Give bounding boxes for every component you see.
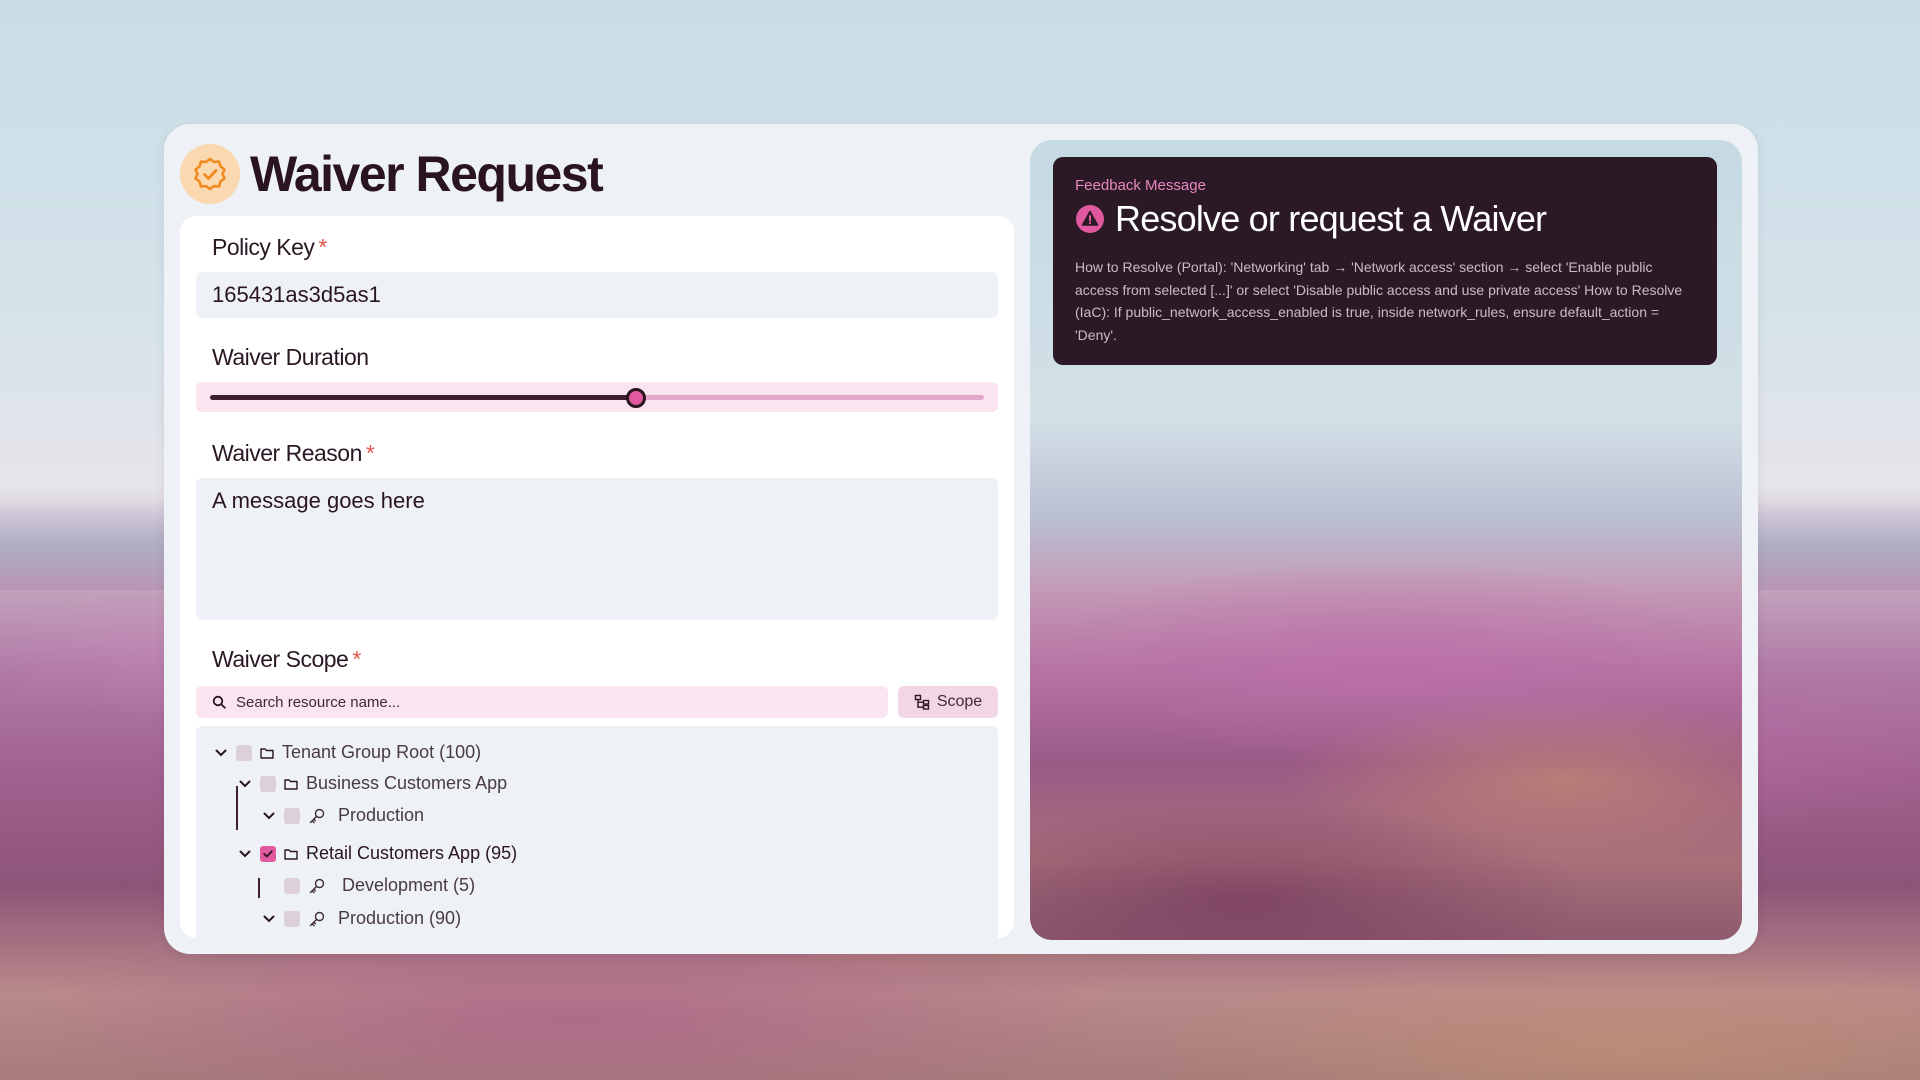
search-placeholder: Search resource name... bbox=[236, 693, 401, 711]
tree-item-label: Tenant Group Root (100) bbox=[282, 742, 482, 762]
required-mark: * bbox=[318, 234, 327, 260]
waiver-duration-slider[interactable] bbox=[196, 382, 998, 412]
tree-item-label: Development (5) bbox=[342, 875, 476, 895]
scope-button[interactable]: Scope bbox=[898, 686, 998, 718]
tree-checkbox[interactable] bbox=[284, 877, 300, 894]
required-mark: * bbox=[352, 646, 361, 672]
alert-icon bbox=[1076, 205, 1104, 233]
badge-check-icon bbox=[180, 144, 240, 204]
waiver-duration-label: Waiver Duration bbox=[212, 344, 369, 370]
key-icon bbox=[309, 808, 325, 823]
tree-connector bbox=[258, 878, 260, 898]
folder-icon bbox=[284, 848, 298, 860]
folder-icon bbox=[284, 778, 298, 790]
chevron-down-icon[interactable] bbox=[262, 809, 276, 823]
tree-item[interactable]: Production (90) bbox=[262, 908, 461, 929]
slider-thumb[interactable] bbox=[625, 388, 646, 408]
key-icon bbox=[309, 911, 325, 926]
waiver-scope-label: Waiver Scope * bbox=[212, 646, 361, 672]
chevron-down-icon[interactable] bbox=[262, 912, 276, 926]
tree-checkbox[interactable] bbox=[260, 775, 276, 792]
tree-item[interactable]: Production bbox=[262, 805, 424, 826]
feedback-kicker: Feedback Message bbox=[1075, 177, 1206, 194]
chevron-down-icon[interactable] bbox=[214, 746, 228, 760]
page-title: Waiver Request bbox=[250, 146, 604, 202]
feedback-title: Resolve or request a Waiver bbox=[1115, 198, 1547, 239]
feedback-body: How to Resolve (Portal): 'Networking' ta… bbox=[1075, 259, 1683, 343]
header: Waiver Request bbox=[180, 144, 604, 204]
waiver-reason-textarea[interactable]: A message goes here bbox=[196, 478, 998, 620]
feedback-message: Feedback Message Resolve or request a Wa… bbox=[1053, 157, 1717, 365]
tree-item[interactable]: Business Customers App bbox=[238, 773, 507, 794]
tree-item-label: Production bbox=[338, 805, 425, 825]
waiver-form: Policy Key * 165431as3d5as1 Waiver Durati… bbox=[180, 216, 1014, 938]
tree-item-label: Production (90) bbox=[338, 908, 462, 928]
tree-item-label: Retail Customers App (95) bbox=[306, 843, 518, 863]
chevron-down-icon[interactable] bbox=[238, 847, 252, 861]
tree-item-label: Business Customers App bbox=[306, 773, 508, 793]
tree-item[interactable]: Tenant Group Root (100) bbox=[214, 742, 481, 763]
required-mark: * bbox=[365, 440, 375, 466]
tree-item[interactable]: Retail Customers App (95) bbox=[238, 843, 517, 864]
waiver-reason-label: Waiver Reason * bbox=[212, 440, 375, 466]
check-icon bbox=[263, 849, 273, 857]
hierarchy-icon bbox=[914, 694, 930, 710]
folder-icon bbox=[260, 747, 274, 759]
tree-item[interactable]: Development (5) bbox=[262, 875, 475, 896]
slider-fill bbox=[210, 395, 636, 400]
scope-button-label: Scope bbox=[936, 693, 983, 710]
slider-track bbox=[210, 388, 984, 408]
search-icon bbox=[212, 695, 226, 709]
chevron-down-icon[interactable] bbox=[238, 777, 252, 791]
tree-checkbox-checked[interactable] bbox=[260, 845, 276, 862]
resource-tree: Tenant Group Root (100) Business Custome… bbox=[196, 726, 998, 938]
tree-checkbox[interactable] bbox=[284, 910, 300, 927]
tree-checkbox[interactable] bbox=[284, 807, 300, 824]
key-icon bbox=[309, 878, 325, 893]
policy-key-label: Policy Key * bbox=[212, 234, 327, 260]
policy-key-input[interactable]: 165431as3d5as1 bbox=[196, 272, 998, 318]
resource-search-input[interactable]: Search resource name... bbox=[196, 686, 888, 718]
tree-checkbox[interactable] bbox=[236, 744, 252, 761]
